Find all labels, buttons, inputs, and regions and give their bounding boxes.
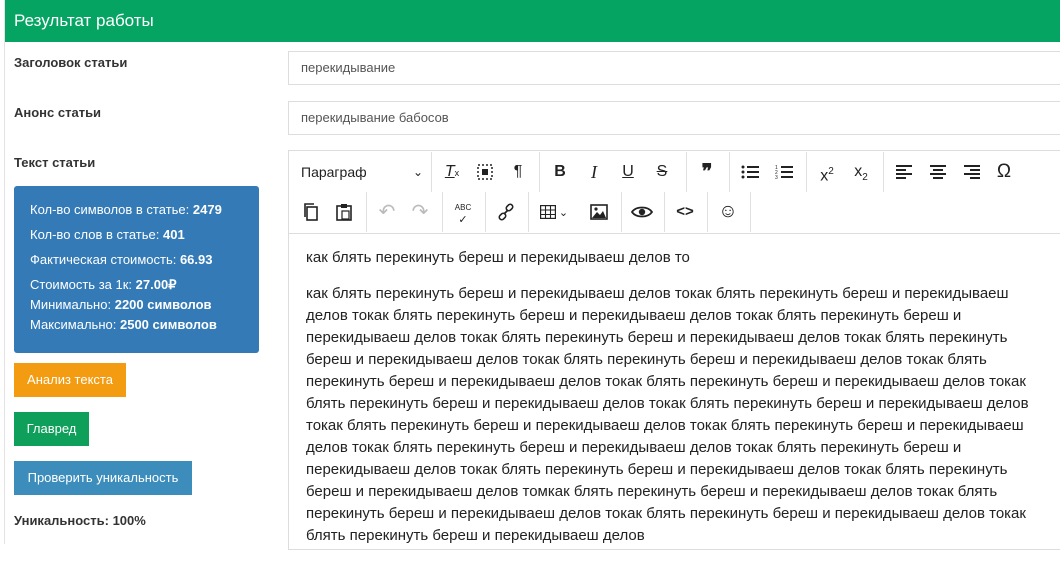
link-icon[interactable] <box>493 198 519 226</box>
strikethrough-icon[interactable]: S <box>649 158 675 186</box>
clear-format-icon[interactable]: Tx <box>439 158 465 186</box>
paragraph: как блять перекинуть береш и перекидывае… <box>306 249 690 266</box>
italic-icon[interactable]: I <box>581 158 607 186</box>
rich-text-editor: Параграф ⌄ Tx ¶ B I U S ❞ 1 2 3 x2 x2 Ω … <box>288 150 1060 550</box>
announce-label: Анонс статьи <box>14 105 102 120</box>
stats-panel: Кол-во символов в статье: 2479 Кол-во сл… <box>14 186 259 353</box>
redo-icon[interactable]: ↷ <box>407 198 433 226</box>
undo-icon[interactable]: ↶ <box>374 198 400 226</box>
stat-per1k: Стоимость за 1к: 27.00₽ <box>30 277 177 292</box>
paste-icon[interactable] <box>331 198 357 226</box>
bullet-list-icon[interactable] <box>737 158 763 186</box>
superscript-icon[interactable]: x2 <box>814 158 840 186</box>
special-char-icon[interactable]: Ω <box>991 158 1017 186</box>
work-result-page: Результат работы Заголовок статьи переки… <box>4 0 1060 550</box>
numbered-list-icon[interactable]: 123 <box>771 158 797 186</box>
title-label: Заголовок статьи <box>14 55 128 70</box>
stat-max: Максимально: 2500 символов <box>30 317 217 332</box>
stat-words: Кол-во слов в статье: 401 <box>30 227 185 242</box>
page-header: Результат работы <box>5 0 1060 42</box>
svg-text:3: 3 <box>775 175 778 180</box>
stat-cost: Фактическая стоимость: 66.93 <box>30 252 213 267</box>
align-center-icon[interactable] <box>925 158 951 186</box>
subscript-icon[interactable]: x2 <box>848 158 874 186</box>
table-icon[interactable]: ⌄ <box>536 198 572 226</box>
chevron-down-icon: ⌄ <box>412 165 423 179</box>
paragraph: как блять перекинуть береш и перекидывае… <box>306 285 1029 544</box>
stat-chars: Кол-во символов в статье: 2479 <box>30 202 222 217</box>
uniqueness-status: Уникальность: 100% <box>14 513 146 528</box>
emoji-icon[interactable]: ☺ <box>715 198 741 226</box>
chevron-down-icon: ⌄ <box>555 207 569 219</box>
copy-icon[interactable] <box>298 198 324 226</box>
stat-min: Минимально: 2200 символов <box>30 297 212 312</box>
text-label: Текст статьи <box>14 155 96 170</box>
check-uniqueness-button[interactable]: Проверить уникальность <box>14 461 192 495</box>
paragraph-format-select[interactable]: Параграф ⌄ <box>301 158 427 186</box>
underline-icon[interactable]: U <box>615 158 641 186</box>
source-code-icon[interactable]: <> <box>672 198 698 226</box>
select-all-icon[interactable] <box>472 158 498 186</box>
editor-toolbar: Параграф ⌄ Tx ¶ B I U S ❞ 1 2 3 x2 x2 Ω … <box>289 151 1060 234</box>
bold-icon[interactable]: B <box>547 158 573 186</box>
analyze-text-button[interactable]: Анализ текста <box>14 363 126 397</box>
editor-content[interactable]: как блять перекинуть береш и перекидывае… <box>289 235 1060 561</box>
announce-input[interactable]: перекидывание бабосов <box>288 101 1060 135</box>
title-input[interactable]: перекидывание <box>288 51 1060 85</box>
image-icon[interactable] <box>586 198 612 226</box>
paragraph-mark-icon[interactable]: ¶ <box>505 158 531 186</box>
align-right-icon[interactable] <box>959 158 985 186</box>
blockquote-icon[interactable]: ❞ <box>694 158 720 186</box>
glavred-button[interactable]: Главред <box>14 412 89 446</box>
align-left-icon[interactable] <box>891 158 917 186</box>
spellcheck-icon[interactable]: ABC ✓ <box>450 198 476 226</box>
preview-eye-icon[interactable] <box>629 198 655 226</box>
